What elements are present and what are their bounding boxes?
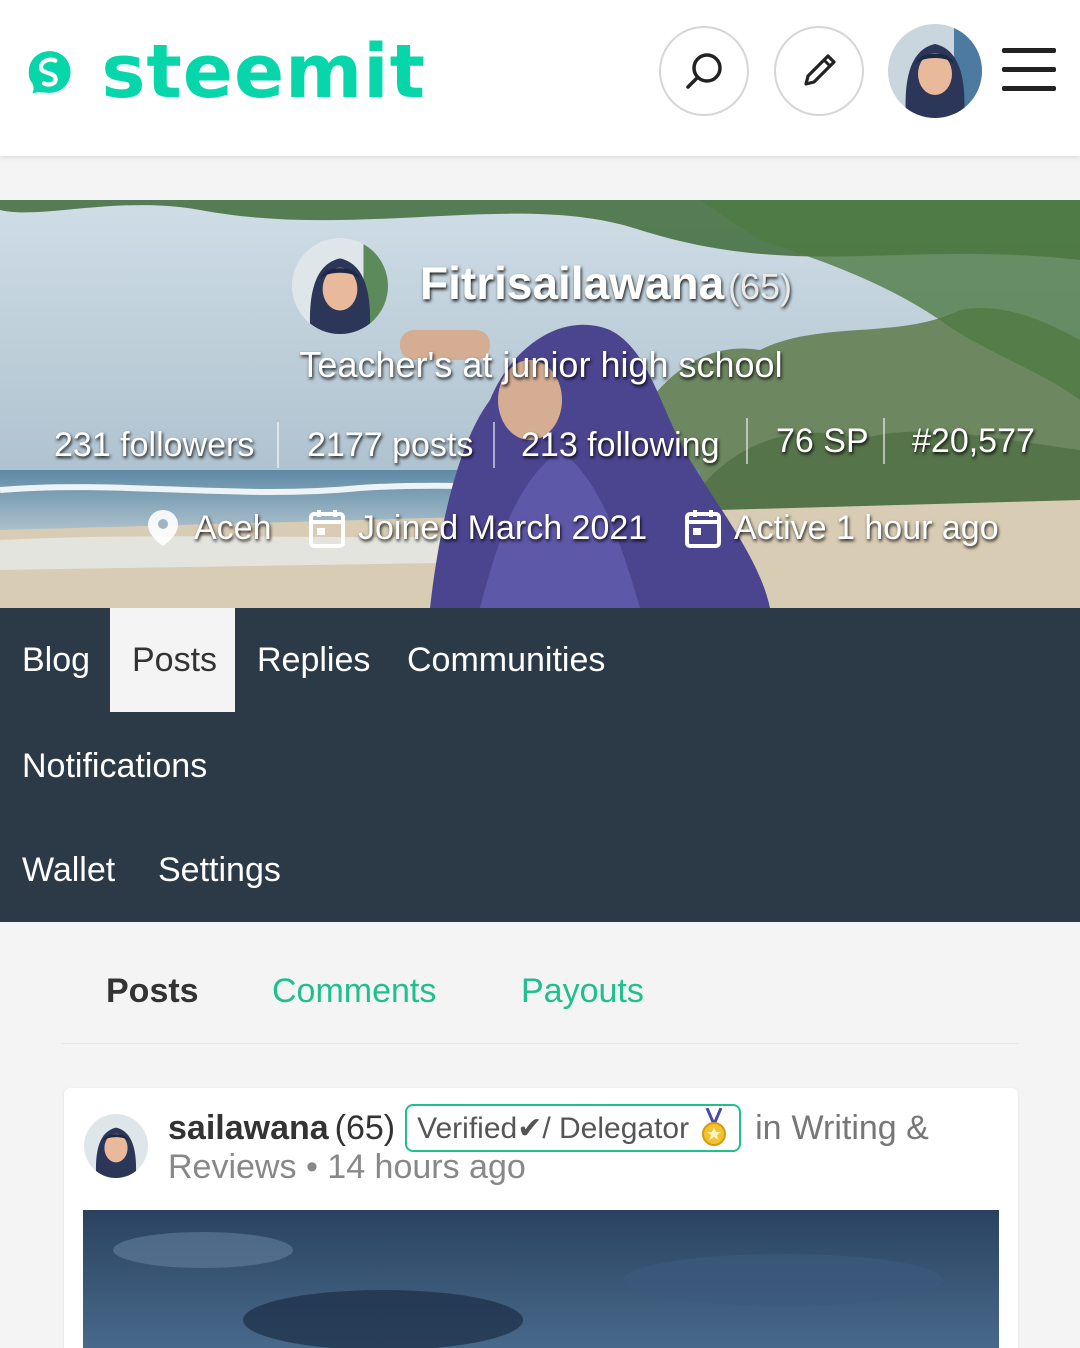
- calendar-icon: [309, 510, 345, 548]
- steem-power[interactable]: 76 SP: [776, 422, 869, 461]
- steemit-logo[interactable]: steemit: [26, 20, 426, 124]
- rank-badge: #20,577: [912, 422, 1035, 460]
- top-header: steemit: [0, 0, 1080, 156]
- menu-bar: [1002, 67, 1056, 72]
- stat-divider: [746, 418, 748, 464]
- post-author-avatar[interactable]: [84, 1114, 148, 1178]
- tab-communities[interactable]: Communities: [385, 608, 627, 712]
- profile-joined: Joined March 2021: [308, 508, 647, 548]
- steemit-logo-icon: [28, 51, 71, 94]
- profile-location: Aceh: [144, 508, 272, 548]
- medal-icon: [702, 1108, 727, 1146]
- stat-divider: [883, 418, 885, 464]
- post-author[interactable]: sailawana: [168, 1109, 329, 1148]
- post-author-reputation: (65): [334, 1108, 396, 1147]
- joined-text: Joined March 2021: [358, 508, 648, 547]
- pencil-icon: [804, 54, 836, 86]
- avatar-photo: [84, 1114, 148, 1178]
- stat-divider: [277, 422, 279, 468]
- profile-name: Fitrisailawana: [420, 257, 725, 309]
- post-time[interactable]: 14 hours ago: [327, 1148, 526, 1186]
- menu-bar: [1002, 86, 1056, 91]
- tab-notifications[interactable]: Notifications: [0, 714, 229, 818]
- subtab-posts[interactable]: Posts: [106, 972, 199, 1011]
- avatar-photo: [888, 24, 982, 118]
- post-card: sailawana (65) Verified✔/ Delegator in W…: [64, 1088, 1018, 1348]
- avatar-photo: [292, 238, 388, 334]
- profile-reputation: (65): [728, 266, 793, 307]
- profile-avatar[interactable]: [292, 238, 388, 334]
- post-meta: Reviews • 14 hours ago: [168, 1148, 526, 1187]
- location-pin-icon: [148, 510, 178, 546]
- post-community-link[interactable]: Writing &: [792, 1109, 929, 1148]
- followers-count[interactable]: 231 followers: [54, 426, 254, 465]
- post-filter-tabs: Posts Comments Payouts: [62, 942, 1018, 1044]
- location-text: Aceh: [194, 508, 272, 547]
- user-avatar[interactable]: [888, 24, 982, 118]
- post-thumbnail[interactable]: [83, 1210, 999, 1348]
- active-text: Active 1 hour ago: [734, 508, 999, 547]
- create-post-button[interactable]: [774, 26, 864, 116]
- tab-posts[interactable]: Posts: [110, 608, 235, 712]
- subtab-payouts[interactable]: Payouts: [521, 972, 644, 1011]
- post-community-link-continued[interactable]: Reviews: [168, 1148, 296, 1186]
- tab-blog[interactable]: Blog: [0, 608, 112, 712]
- post-header: sailawana (65) Verified✔/ Delegator in W…: [168, 1104, 929, 1152]
- profile-tabs: Blog Posts Replies Communities Notificat…: [0, 608, 1080, 922]
- hamburger-menu-button[interactable]: [1002, 48, 1056, 94]
- tab-wallet[interactable]: Wallet: [0, 818, 137, 922]
- author-badge: Verified✔/ Delegator: [405, 1104, 742, 1152]
- posts-count[interactable]: 2177 posts: [307, 426, 473, 465]
- following-count[interactable]: 213 following: [521, 426, 719, 465]
- profile-active: Active 1 hour ago: [684, 508, 999, 548]
- subtab-comments[interactable]: Comments: [272, 972, 436, 1011]
- stat-divider: [493, 422, 495, 468]
- calendar-icon: [685, 510, 721, 548]
- meta-separator: •: [305, 1148, 318, 1186]
- profile-about: Teacher's at junior high school: [299, 344, 783, 385]
- logo-text: steemit: [101, 29, 426, 115]
- post-community-prefix: in: [755, 1108, 782, 1147]
- profile-cover: Fitrisailawana (65) Teacher's at junior …: [0, 200, 1080, 608]
- search-button[interactable]: [659, 26, 749, 116]
- search-icon: [686, 53, 722, 89]
- tab-settings[interactable]: Settings: [136, 818, 303, 922]
- tab-replies[interactable]: Replies: [235, 608, 392, 712]
- menu-bar: [1002, 48, 1056, 53]
- badge-text: Verified✔/ Delegator: [417, 1111, 690, 1145]
